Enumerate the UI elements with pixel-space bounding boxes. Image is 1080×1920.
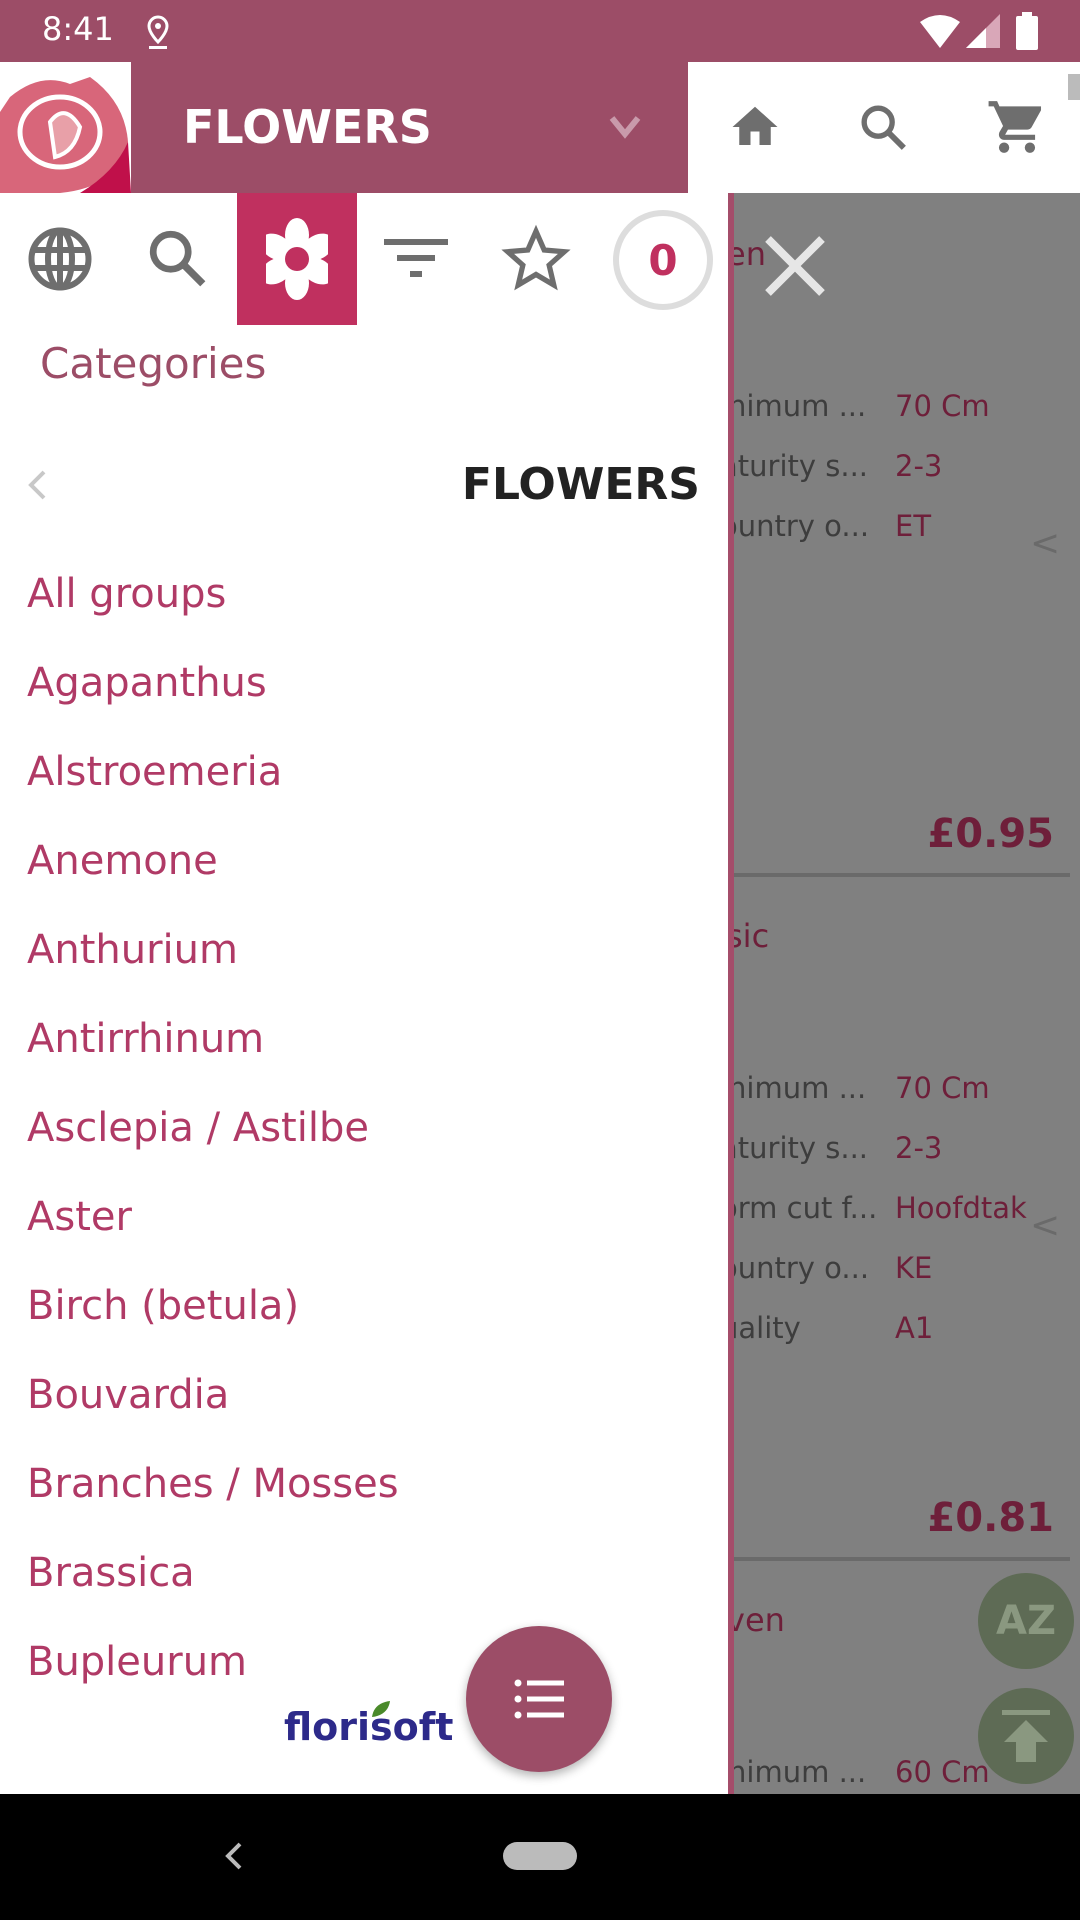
home-icon[interactable] (728, 100, 782, 154)
scroll-top-button[interactable] (978, 1688, 1074, 1784)
location-icon (147, 15, 169, 49)
status-time: 8:41 (42, 10, 114, 48)
basket-count-badge[interactable]: 0 (613, 210, 713, 310)
search-icon (149, 230, 206, 287)
search-tab[interactable] (119, 193, 237, 325)
category-item[interactable]: Alstroemeria (27, 749, 282, 795)
attr-value: ET (895, 509, 932, 543)
attr-label: inimum ... (728, 1071, 867, 1105)
product-price: £0.95 (927, 811, 1054, 857)
attr-label: inimum ... (728, 389, 867, 423)
filter-tab[interactable] (357, 193, 475, 325)
divider (734, 873, 1070, 877)
attr-label: orm cut f... (728, 1191, 878, 1225)
category-item[interactable]: Anemone (27, 838, 218, 884)
chevron-left-icon[interactable]: < (1030, 1205, 1060, 1246)
rose-logo[interactable] (0, 62, 131, 193)
system-nav-bar (0, 1794, 1080, 1920)
category-item[interactable]: Brassica (27, 1550, 195, 1596)
category-item[interactable]: Bouvardia (27, 1372, 229, 1418)
product-title: ven (728, 1601, 785, 1639)
globe-icon (28, 227, 91, 291)
attr-value: KE (895, 1251, 933, 1285)
close-icon[interactable] (762, 233, 828, 299)
star-icon (501, 224, 571, 291)
attr-label: ountry o... (728, 509, 870, 543)
categories-heading: Categories (40, 339, 267, 388)
chevron-down-icon (609, 116, 641, 139)
flower-icon (266, 218, 328, 300)
logo-leaf-icon (372, 1701, 390, 1717)
attr-value: 70 Cm (895, 389, 990, 423)
divider (734, 1557, 1070, 1561)
attr-value: 60 Cm (895, 1755, 990, 1789)
sort-az-button[interactable]: AZ (978, 1573, 1074, 1669)
category-item[interactable]: Agapanthus (27, 660, 267, 706)
language-button[interactable] (0, 193, 119, 325)
attr-value: 2-3 (895, 1131, 943, 1165)
category-item[interactable]: Aster (27, 1194, 132, 1240)
back-chevron-icon[interactable] (26, 469, 48, 501)
chevron-left-icon[interactable]: < (1030, 523, 1060, 564)
attr-value: Hoofdtak (895, 1191, 1027, 1225)
navigation-drawer: 0 Categories FLOWERS All groups Agapanth… (0, 193, 728, 1794)
scrollbar[interactable] (1068, 74, 1080, 100)
attr-label: inimum ... (728, 1755, 867, 1789)
sort-az-icon: AZ (996, 1598, 1056, 1644)
attr-label: uality (728, 1311, 801, 1345)
list-icon (514, 1679, 564, 1719)
app-bar: FLOWERS (0, 62, 1080, 193)
signal-icon (966, 14, 1000, 48)
product-price: £0.81 (927, 1495, 1054, 1541)
app-title: FLOWERS (183, 100, 432, 154)
attr-label: aturity s... (728, 449, 869, 483)
product-title: sic (728, 917, 770, 955)
wifi-icon (920, 15, 960, 48)
attr-value: 2-3 (895, 449, 943, 483)
menu-fab[interactable] (466, 1626, 612, 1772)
florisoft-logo: florisoft (284, 1705, 454, 1749)
nav-home-pill[interactable] (503, 1842, 577, 1870)
product-title: en (728, 235, 766, 273)
category-item[interactable]: Birch (betula) (27, 1283, 299, 1329)
cart-icon[interactable] (986, 96, 1048, 158)
attr-value: 70 Cm (895, 1071, 990, 1105)
search-icon[interactable] (856, 100, 912, 156)
category-item[interactable]: Anthurium (27, 927, 238, 973)
status-bar: 8:41 (0, 0, 1080, 62)
category-item[interactable]: Antirrhinum (27, 1016, 264, 1062)
section-title: FLOWERS (461, 459, 700, 510)
attr-label: aturity s... (728, 1131, 869, 1165)
category-item[interactable]: All groups (27, 571, 226, 617)
count-value: 0 (648, 235, 678, 285)
category-item[interactable]: Branches / Mosses (27, 1461, 399, 1507)
product-list-dimmed[interactable]: en inimum ... 70 Cm aturity s... 2-3 oun… (728, 193, 1080, 1794)
category-item[interactable]: Asclepia / Astilbe (27, 1105, 369, 1151)
attr-label: ountry o... (728, 1251, 870, 1285)
category-item[interactable]: Bupleurum (27, 1639, 247, 1685)
categories-tab[interactable] (237, 193, 357, 325)
favorites-tab[interactable] (475, 193, 597, 325)
filter-icon (384, 239, 448, 277)
nav-back-icon[interactable] (222, 1840, 244, 1872)
battery-icon (1016, 12, 1038, 50)
attr-value: A1 (895, 1311, 934, 1345)
category-selector[interactable]: FLOWERS (131, 62, 688, 193)
